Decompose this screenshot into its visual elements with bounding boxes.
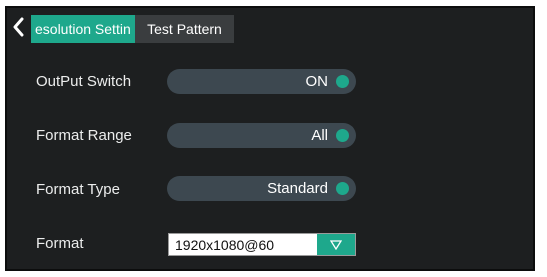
format-range-label: Format Range (36, 127, 132, 144)
format-select[interactable]: 1920x1080@60 (168, 233, 356, 256)
toggle-dot-icon (336, 182, 349, 195)
format-type-label: Format Type (36, 181, 120, 198)
output-switch-label: OutPut Switch (36, 73, 132, 90)
dropdown-triangle-icon[interactable] (317, 234, 355, 255)
tab-test-pattern[interactable]: Test Pattern (135, 15, 234, 43)
format-range-toggle[interactable]: All (167, 123, 356, 148)
format-range-value: All (311, 127, 328, 144)
toggle-dot-icon (336, 75, 349, 88)
settings-panel: esolution Settin Test Pattern OutPut Swi… (5, 6, 535, 271)
toggle-dot-icon (336, 129, 349, 142)
output-switch-value: ON (305, 73, 329, 90)
format-select-value: 1920x1080@60 (175, 237, 275, 253)
format-type-value: Standard (267, 180, 328, 197)
format-label: Format (36, 235, 84, 252)
tab-bar: esolution Settin Test Pattern (7, 8, 533, 46)
output-switch-toggle[interactable]: ON (167, 69, 356, 94)
format-type-toggle[interactable]: Standard (167, 176, 356, 201)
chevron-left-icon[interactable] (9, 14, 27, 40)
tab-resolution-settings[interactable]: esolution Settin (31, 15, 135, 43)
